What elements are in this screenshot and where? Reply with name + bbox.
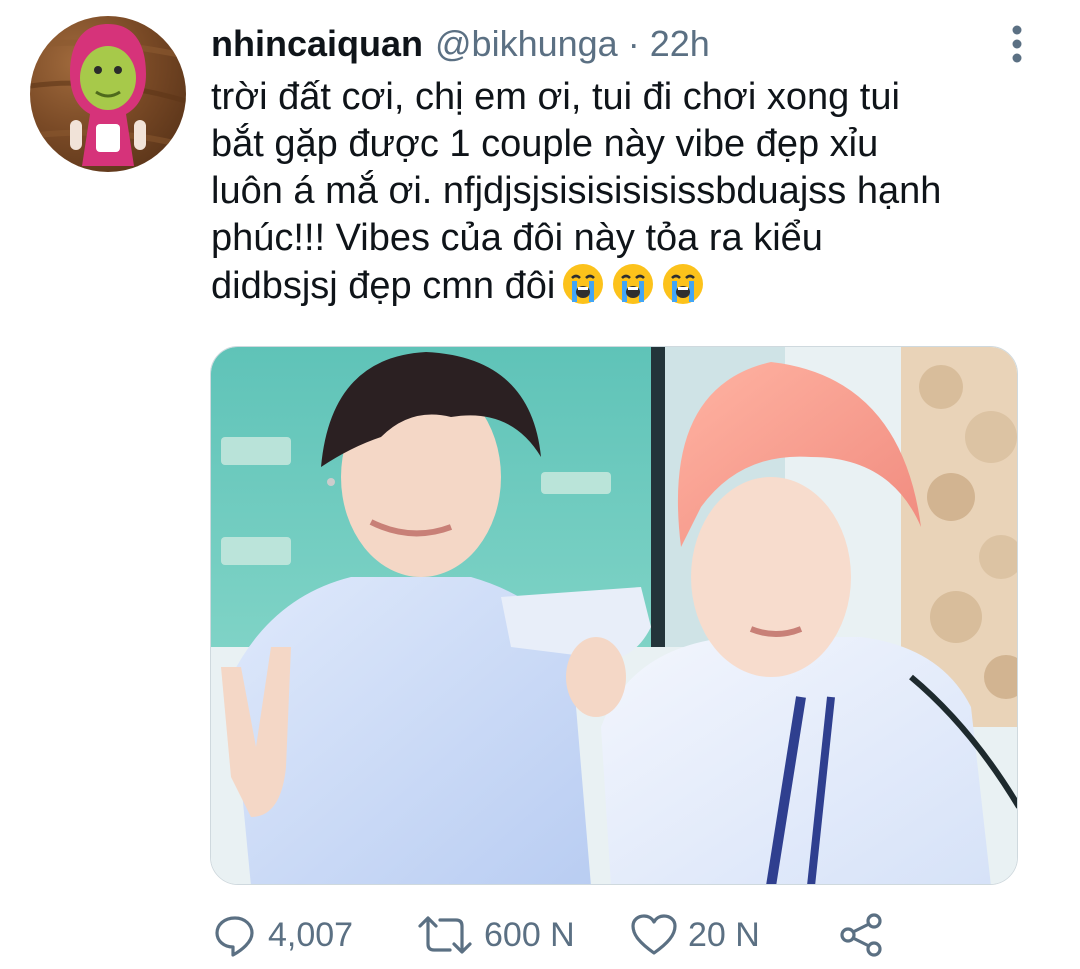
photo-image [211, 347, 1017, 884]
like-count: 20 N [688, 915, 760, 954]
retweet-count: 600 N [484, 915, 575, 954]
tweet-text: trời đất cơi, chị em ơi, tui đi chơi xon… [211, 74, 1041, 310]
reply-icon [215, 916, 254, 957]
tweet-text-line: luôn á mắ ơi. nfjdjsjsisisisisissbduajss… [211, 170, 942, 212]
reply-button[interactable]: 4,007 [212, 905, 353, 965]
separator-dot: · [627, 23, 640, 64]
display-name[interactable]: nhincaiquan [211, 23, 423, 65]
loudly-crying-face-icon [611, 262, 655, 306]
loudly-crying-face-icon [661, 262, 705, 306]
avatar[interactable] [30, 16, 186, 172]
tweet-text-line: bắt gặp được 1 couple này vibe đẹp xỉu [211, 123, 879, 165]
timestamp[interactable]: 22h [650, 23, 710, 65]
reply-count: 4,007 [268, 915, 354, 954]
tweet: nhincaiquan @bikhunga · 22h trời đất cơi… [0, 0, 1080, 969]
tweet-photo[interactable] [210, 346, 1018, 885]
share-icon [840, 913, 882, 957]
loudly-crying-face-icon [561, 262, 605, 306]
tweet-text-line: trời đất cơi, chị em ơi, tui đi chơi xon… [211, 76, 900, 118]
tweet-text-line: phúc!!! Vibes của đôi này tỏa ra kiểu [211, 217, 823, 259]
tweet-text-line-last: didbsjsj đẹp cmn đôi [211, 262, 1041, 310]
tweet-text-line-content: didbsjsj đẹp cmn đôi [211, 265, 556, 307]
more-options-button[interactable] [1003, 24, 1031, 64]
action-bar: 4,007 600 N 20 N [210, 905, 910, 965]
heart-icon [631, 914, 677, 955]
retweet-icon [418, 916, 472, 954]
avatar-image [30, 24, 186, 166]
share-button[interactable] [838, 905, 886, 965]
like-button[interactable]: 20 N [630, 905, 760, 965]
retweet-button[interactable]: 600 N [416, 905, 575, 965]
user-handle[interactable]: @bikhunga [435, 23, 618, 65]
more-vertical-icon [1012, 25, 1022, 63]
tweet-header: nhincaiquan @bikhunga · 22h [211, 22, 710, 66]
